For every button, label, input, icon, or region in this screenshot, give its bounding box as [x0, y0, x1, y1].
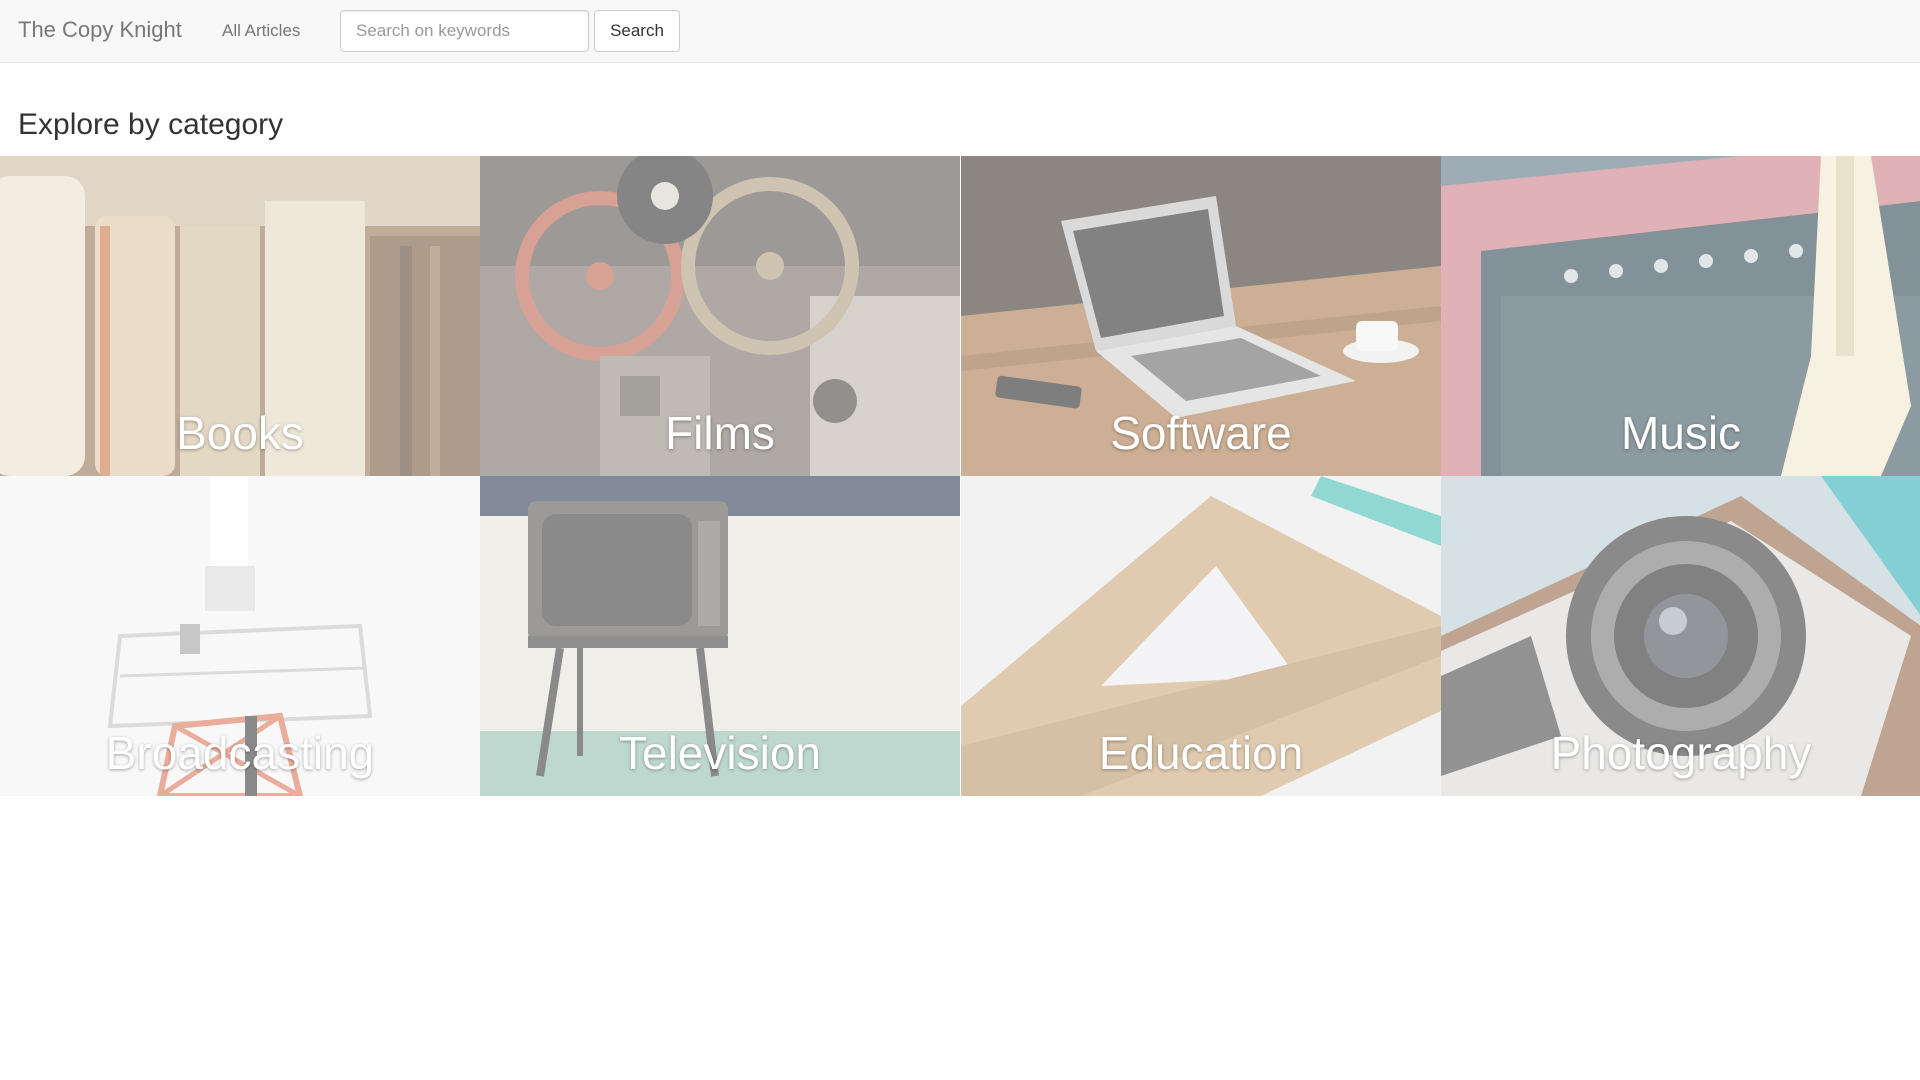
category-tile-education[interactable]: Education: [961, 476, 1441, 796]
section-heading: Explore by category: [18, 108, 284, 141]
category-label: Education: [1098, 727, 1304, 779]
category-label: Photography: [1550, 727, 1812, 779]
category-tile-television[interactable]: Television: [480, 476, 960, 796]
search-input[interactable]: [340, 10, 589, 52]
category-label: Broadcasting: [105, 727, 375, 779]
category-tile-music[interactable]: Music: [1441, 156, 1920, 476]
category-label: Software: [1110, 407, 1292, 459]
category-tile-broadcasting[interactable]: Broadcasting: [0, 476, 480, 796]
category-tile-photography[interactable]: Photography: [1441, 476, 1920, 796]
category-label: Films: [665, 407, 775, 459]
category-label: Books: [176, 407, 304, 459]
nav-link-all-articles[interactable]: All Articles: [222, 21, 300, 41]
category-label: Music: [1620, 407, 1742, 459]
category-tile-films[interactable]: Films: [480, 156, 960, 476]
brand-link[interactable]: The Copy Knight: [18, 17, 182, 43]
top-navbar: The Copy Knight All Articles Search: [0, 0, 1920, 63]
search-button[interactable]: Search: [594, 10, 680, 52]
category-tile-books[interactable]: Books: [0, 156, 480, 476]
category-label: Television: [619, 727, 821, 779]
category-grid: Books Films Software Music Broadcasting …: [0, 156, 1920, 796]
category-tile-software[interactable]: Software: [961, 156, 1441, 476]
